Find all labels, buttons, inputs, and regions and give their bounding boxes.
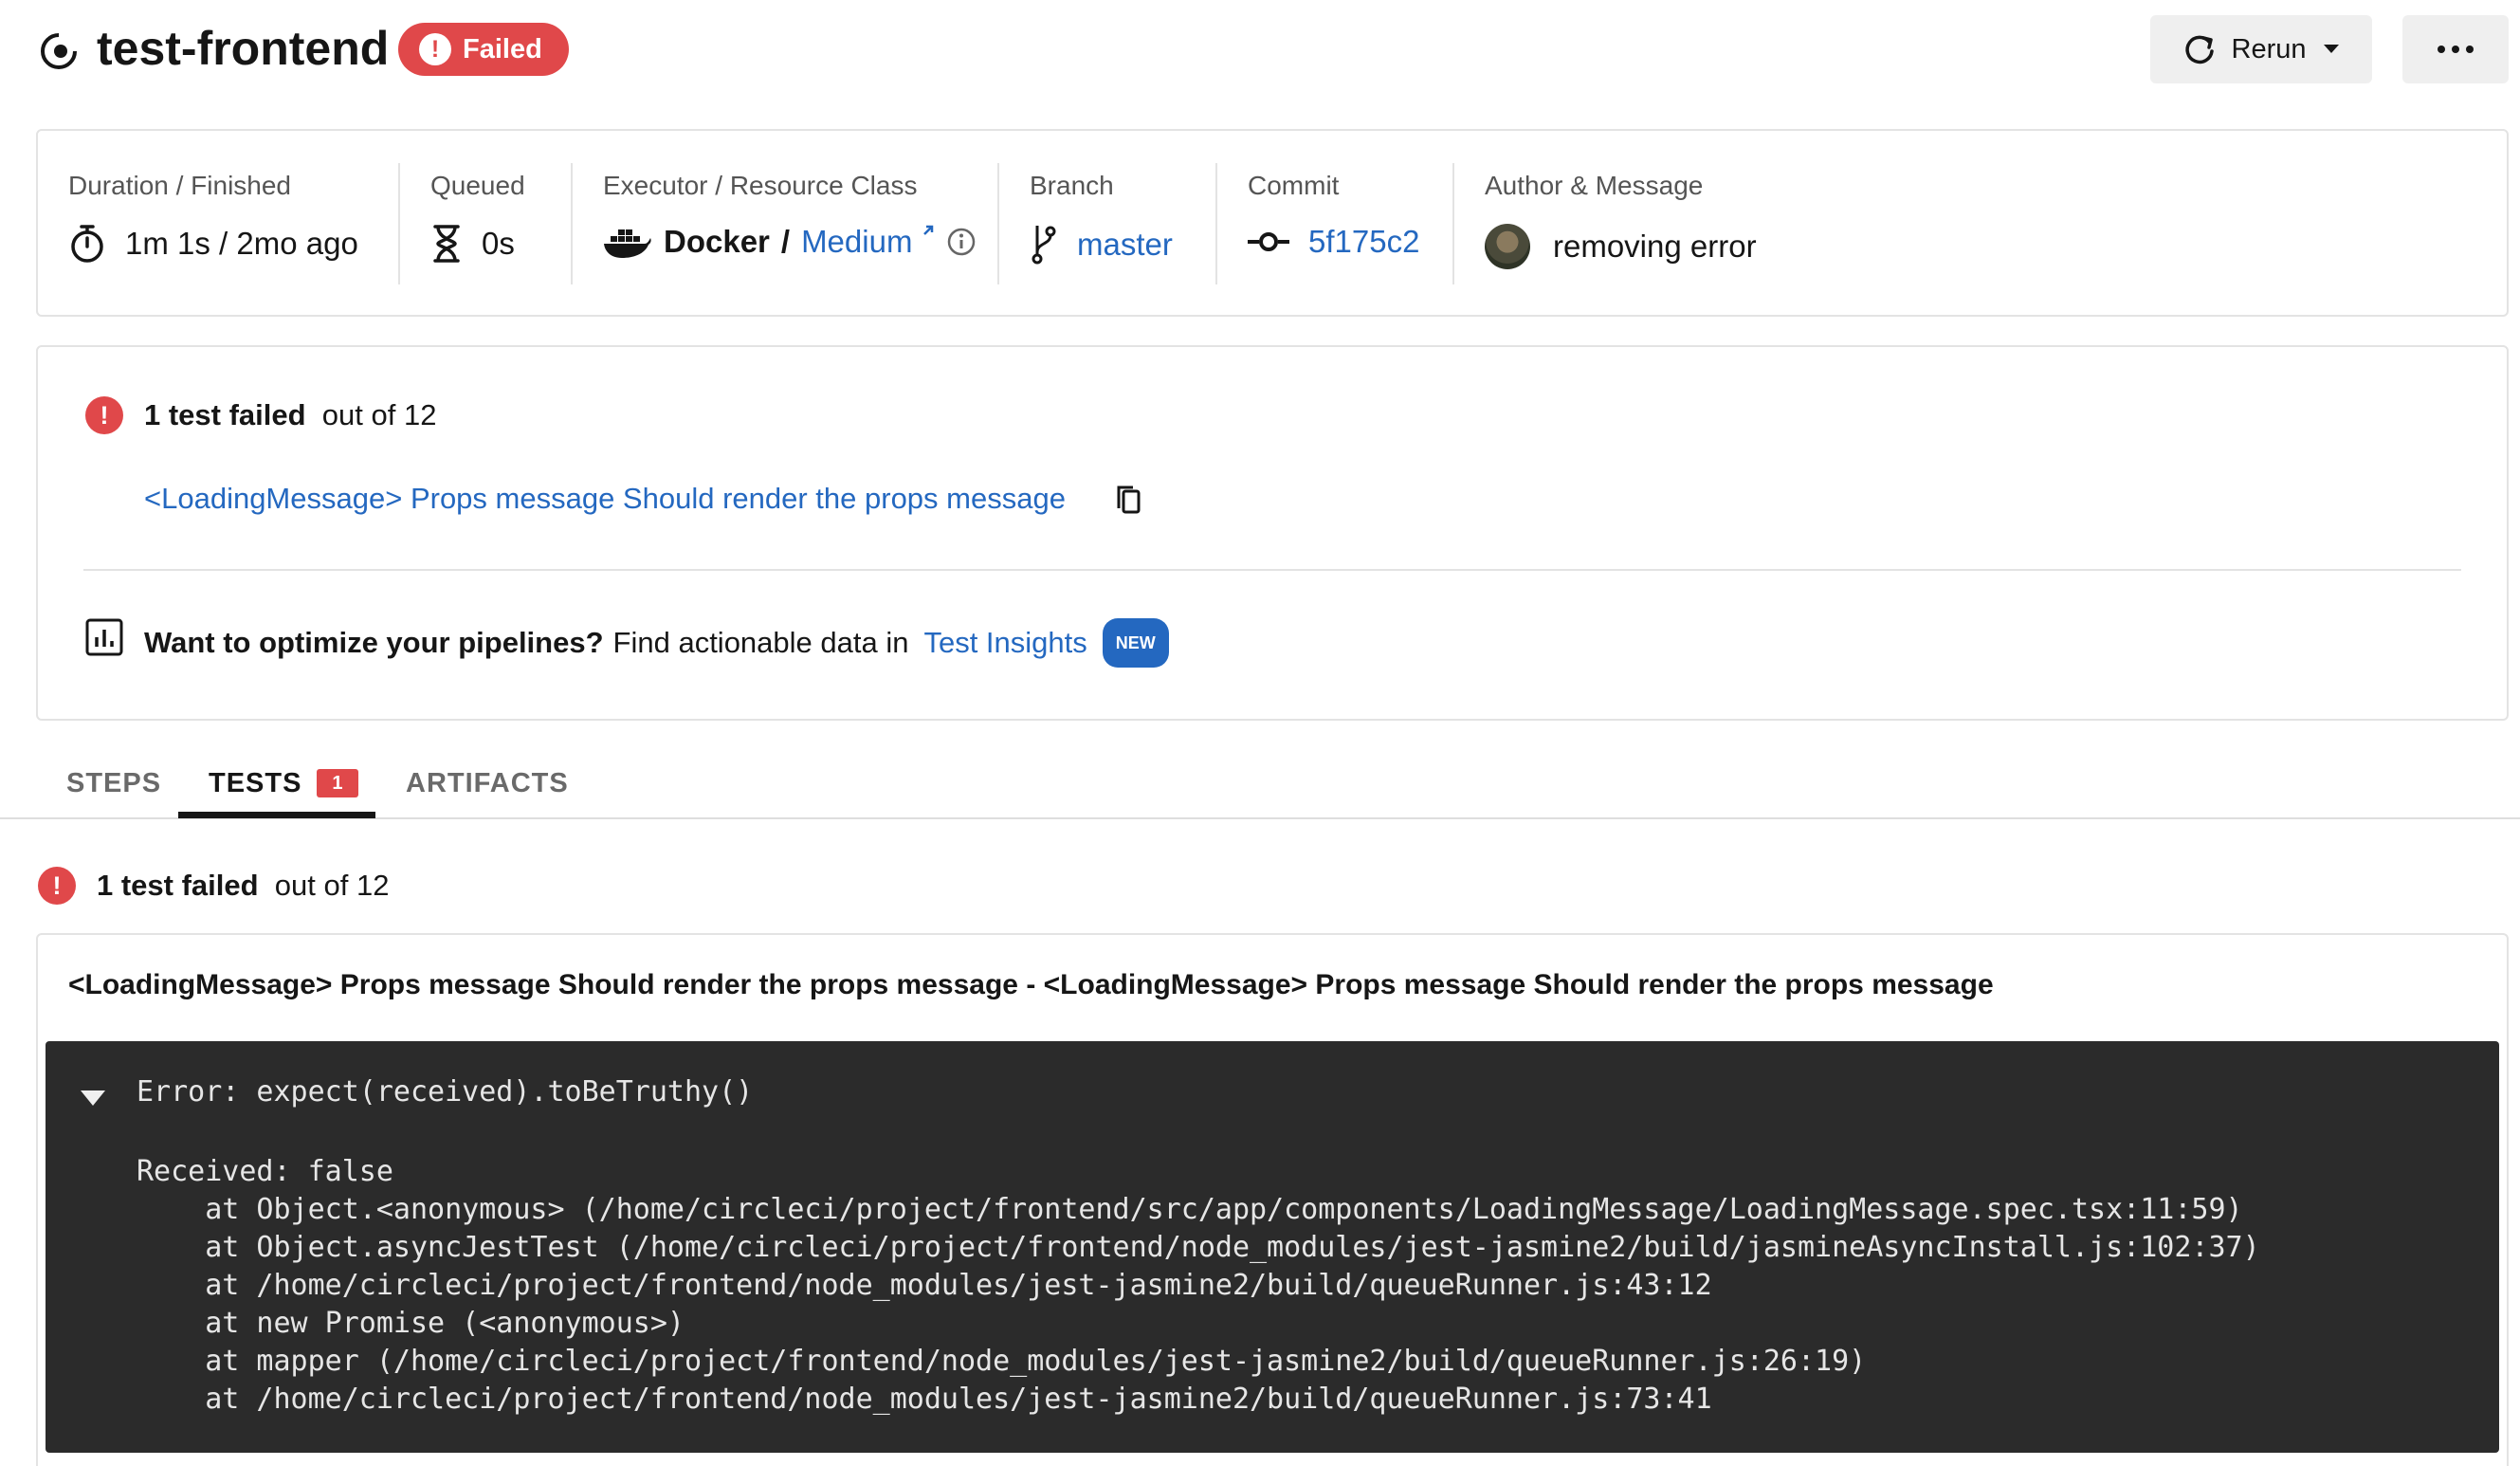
new-badge: NEW — [1102, 618, 1169, 668]
hourglass-icon — [433, 225, 460, 263]
executor-value: Docker — [664, 224, 770, 259]
tab-steps[interactable]: STEPS — [66, 749, 161, 817]
duration-label: Duration / Finished — [68, 171, 292, 200]
rerun-button[interactable]: Rerun — [2150, 15, 2372, 83]
alert-icon: ! — [38, 867, 76, 905]
queued-label: Queued — [430, 171, 525, 200]
active-tab-indicator — [178, 812, 375, 818]
failed-total: out of 12 — [321, 398, 437, 431]
tab-label: TESTS — [209, 767, 302, 798]
more-dots-icon — [2438, 46, 2474, 53]
resource-class-link[interactable]: Medium — [801, 224, 935, 260]
duration-value: 1m 1s / 2mo ago — [125, 226, 358, 261]
stack-line: at Object.asyncJestTest (/home/circleci/… — [137, 1231, 2260, 1264]
test-insights-link[interactable]: Test Insights — [923, 624, 1087, 662]
stack-line: at /home/circleci/project/frontend/node_… — [137, 1383, 1712, 1416]
commit-label: Commit — [1248, 171, 1340, 200]
tab-label: ARTIFACTS — [406, 767, 569, 798]
tabs-divider — [0, 817, 2520, 819]
chart-bar-icon — [85, 618, 123, 661]
branch-link[interactable]: master — [1077, 227, 1173, 263]
author-message: removing error — [1553, 229, 1757, 264]
alert-icon: ! — [419, 33, 451, 65]
resource-class-text: Medium — [801, 224, 913, 259]
collapse-toggle-icon[interactable] — [80, 1081, 106, 1114]
job-title: test-frontend — [97, 22, 390, 75]
rerun-label: Rerun — [2231, 33, 2307, 64]
executor-separator: / — [780, 224, 791, 259]
failed-count: 1 test failed — [144, 398, 306, 431]
optimize-heading: Want to optimize your pipelines? — [144, 626, 604, 659]
results-failed-count: 1 test failed — [97, 869, 259, 902]
received-line: Received: false — [137, 1155, 393, 1188]
tab-label: STEPS — [66, 767, 162, 798]
git-commit-icon — [1248, 232, 1289, 251]
failed-test-link[interactable]: <LoadingMessage> Props message Should re… — [144, 482, 1066, 516]
more-options-button[interactable] — [2402, 15, 2509, 83]
optimize-text: Find actionable data in — [612, 626, 909, 659]
info-icon[interactable] — [946, 227, 977, 257]
stack-line: at Object.<anonymous> (/home/circleci/pr… — [137, 1193, 2243, 1226]
tab-artifacts[interactable]: ARTIFACTS — [406, 749, 569, 817]
stopwatch-icon — [71, 225, 103, 263]
test-result-title: <LoadingMessage> Props message Should re… — [68, 969, 1994, 1000]
divider — [1452, 163, 1454, 284]
error-console: Error: expect(received).toBeTruthy() Rec… — [46, 1041, 2499, 1453]
job-info-card: Duration / Finished 1m 1s / 2mo ago Queu… — [36, 129, 2509, 317]
job-icon — [36, 30, 82, 72]
avatar[interactable] — [1485, 224, 1530, 269]
tab-tests[interactable]: TESTS 1 — [209, 749, 359, 817]
status-badge: ! Failed — [398, 23, 569, 76]
docker-icon — [604, 229, 651, 258]
executor-label: Executor / Resource Class — [603, 171, 918, 200]
stack-line: at /home/circleci/project/frontend/node_… — [137, 1269, 1712, 1302]
stack-line: at mapper (/home/circleci/project/fronte… — [137, 1345, 1867, 1378]
status-text: Failed — [463, 33, 542, 64]
error-message: Error: expect(received).toBeTruthy() — [137, 1075, 754, 1109]
divider — [997, 163, 999, 284]
divider — [571, 163, 573, 284]
stack-line: at new Promise (<anonymous>) — [137, 1307, 685, 1340]
results-failed-total: out of 12 — [274, 869, 390, 902]
git-branch-icon — [1032, 226, 1056, 265]
external-link-icon — [922, 225, 933, 235]
author-label: Author & Message — [1485, 171, 1704, 200]
divider — [83, 569, 2461, 571]
queued-value: 0s — [482, 226, 515, 261]
divider — [1215, 163, 1217, 284]
tests-count-badge: 1 — [317, 769, 359, 797]
divider — [398, 163, 400, 284]
caret-down-icon — [2323, 45, 2339, 53]
commit-link[interactable]: 5f175c2 — [1308, 224, 1419, 260]
branch-label: Branch — [1030, 171, 1114, 200]
copy-icon[interactable] — [1115, 484, 1143, 521]
refresh-icon — [2184, 35, 2214, 64]
alert-icon: ! — [85, 396, 123, 434]
